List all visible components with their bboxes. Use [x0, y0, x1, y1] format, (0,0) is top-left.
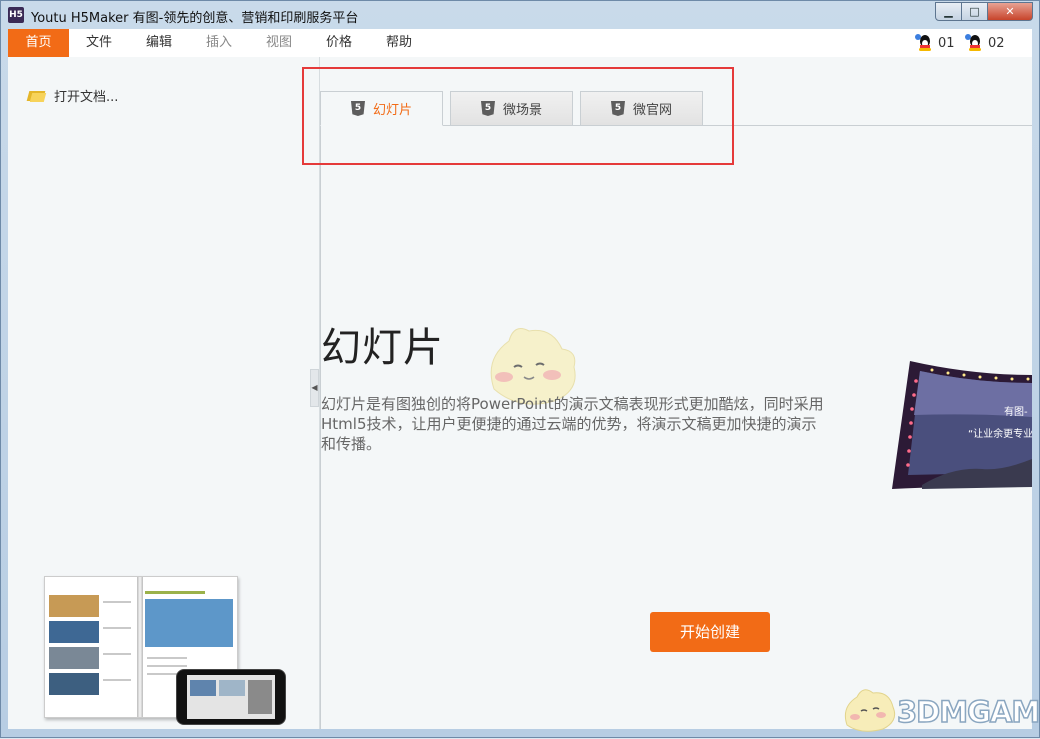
window-controls: ▁ □ ✕ — [935, 2, 1033, 22]
menu-item-file[interactable]: 文件 — [69, 29, 129, 57]
sidebar-collapse-handle[interactable]: ◀ — [310, 369, 319, 407]
content-area: 打开文档... ◀ 5 幻灯片 5 微场景 5 微官网 幻灯片 幻灯片是有图独创… — [8, 57, 1032, 729]
qq-contact-02[interactable]: 02 — [965, 33, 1005, 53]
watermark-logo: 3DMGAME — [839, 685, 1040, 735]
main-panel: 5 幻灯片 5 微场景 5 微官网 幻灯片 幻灯片是有图独创的将PowerPoi… — [302, 57, 1032, 729]
sidebar: 打开文档... ◀ — [8, 57, 320, 729]
menu-item-home[interactable]: 首页 — [8, 29, 69, 57]
qq-penguin-icon — [915, 34, 934, 52]
menu-item-insert[interactable]: 插入 — [189, 29, 249, 57]
qq-contact-label: 02 — [988, 35, 1005, 51]
menu-item-price[interactable]: 价格 — [309, 29, 369, 57]
start-create-button[interactable]: 开始创建 — [650, 612, 770, 652]
stage-text-line2: “让业余更专业 — [968, 427, 1032, 440]
qq-contact-label: 01 — [938, 35, 955, 51]
stage-text-line1: 有图- — [1004, 405, 1028, 418]
window-title: Youtu H5Maker 有图-领先的创意、营销和印刷服务平台 — [31, 11, 359, 26]
qq-penguin-icon — [965, 34, 984, 52]
presentation-stage-illustration: 有图- “让业余更专业 — [892, 361, 1032, 489]
open-document-button[interactable]: 打开文档... — [26, 85, 119, 105]
folder-open-icon — [26, 89, 47, 102]
page-title: 幻灯片 — [321, 325, 444, 371]
menu-bar: 首页 文件 编辑 插入 视图 价格 帮助 01 02 — [8, 29, 1032, 57]
menu-item-view[interactable]: 视图 — [249, 29, 309, 57]
qq-contact-01[interactable]: 01 — [915, 33, 955, 53]
title-bar[interactable]: H5 Youtu H5Maker 有图-领先的创意、营销和印刷服务平台 ▁ □ … — [1, 1, 1039, 29]
menu-item-edit[interactable]: 编辑 — [129, 29, 189, 57]
template-preview-image — [44, 576, 286, 725]
open-document-label: 打开文档... — [54, 89, 119, 105]
app-window: H5 Youtu H5Maker 有图-领先的创意、营销和印刷服务平台 ▁ □ … — [0, 0, 1040, 738]
phone-illustration — [176, 669, 286, 725]
menu-item-help[interactable]: 帮助 — [369, 29, 429, 57]
page-description: 幻灯片是有图独创的将PowerPoint的演示文稿表现形式更加酷炫，同时采用Ht… — [321, 395, 824, 453]
watermark-mascot-icon — [844, 689, 896, 732]
minimize-button[interactable]: ▁ — [935, 2, 962, 21]
watermark-text: 3DMGAME — [896, 694, 1040, 730]
annotation-highlight-box — [302, 67, 734, 165]
close-button[interactable]: ✕ — [988, 2, 1033, 21]
maximize-button[interactable]: □ — [962, 2, 988, 21]
app-logo-icon: H5 — [8, 7, 24, 23]
